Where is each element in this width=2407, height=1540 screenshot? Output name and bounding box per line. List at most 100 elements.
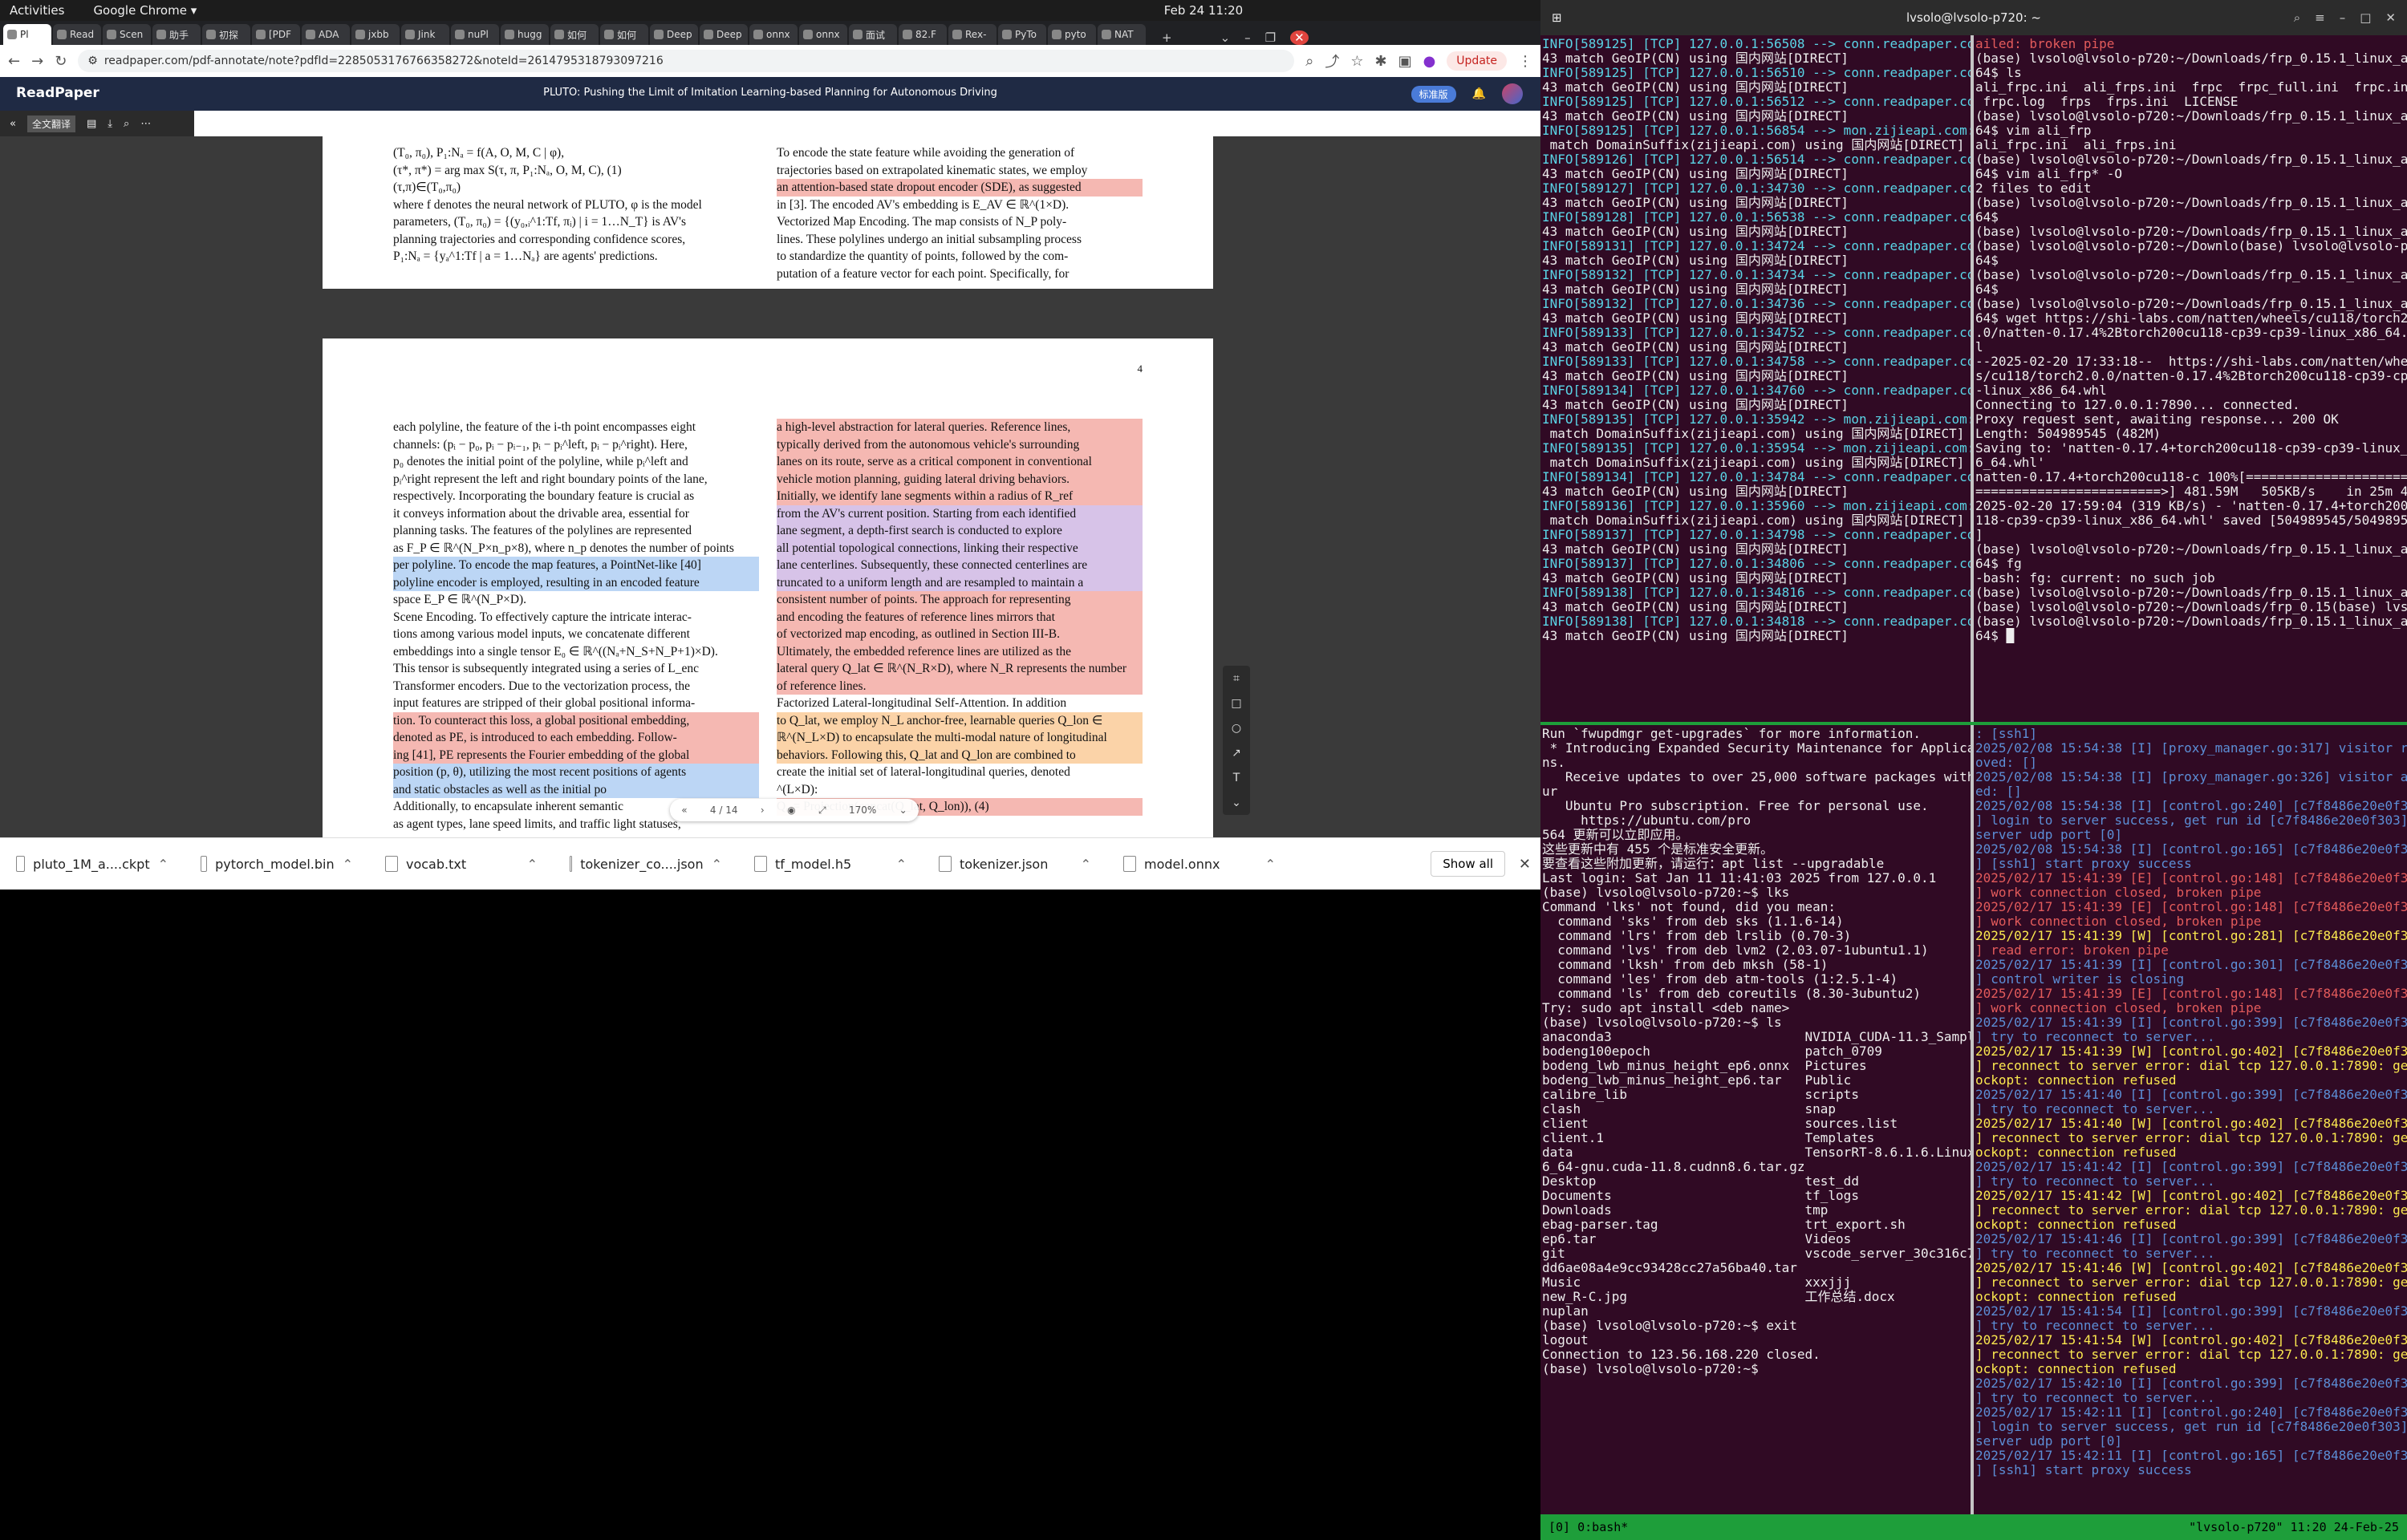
terminal-close-icon[interactable]: ✕: [2385, 10, 2396, 25]
clock[interactable]: Feb 24 11:20: [1164, 3, 1243, 18]
text-line: trajectories based on extrapolated kinem…: [777, 163, 1088, 177]
tab-search-icon[interactable]: ⌄: [1220, 30, 1231, 45]
text-line: Vectorized Map Encoding. The map consist…: [777, 215, 1067, 229]
text-tool-icon[interactable]: T: [1233, 772, 1240, 784]
extensions-icon[interactable]: ✱: [1374, 53, 1386, 70]
close-window-icon[interactable]: ✕: [1290, 30, 1309, 45]
share-icon[interactable]: ⤴: [1325, 51, 1339, 71]
plan-badge[interactable]: 标准版: [1411, 85, 1456, 103]
terminal-line: command 'lrs' from deb lrslib (0.70-3): [1542, 928, 1852, 943]
tmux-pane-home-shell[interactable]: Run `fwupdmgr get-upgrades` for more inf…: [1540, 725, 1971, 1514]
download-options-icon[interactable]: ⌃: [343, 857, 353, 872]
browser-tab[interactable]: Scen: [103, 24, 151, 45]
tmux-window-list[interactable]: [0] 0:bash*: [1549, 1520, 1628, 1534]
app-menu[interactable]: Google Chrome ▾: [93, 3, 197, 18]
terminal-search-icon[interactable]: ⌕: [2294, 10, 2300, 25]
arrow-icon[interactable]: ↗: [1232, 747, 1241, 760]
forward-icon[interactable]: →: [31, 53, 43, 70]
download-item[interactable]: tokenizer_co....json ⌃: [554, 856, 738, 872]
save-icon[interactable]: ▤: [87, 118, 96, 130]
prev-page-icon[interactable]: «: [681, 804, 687, 816]
browser-tab[interactable]: Jink: [401, 24, 449, 45]
download-icon[interactable]: ⤓: [108, 118, 112, 130]
download-options-icon[interactable]: ⌃: [896, 857, 907, 872]
browser-tab[interactable]: Read: [53, 24, 101, 45]
next-page-icon[interactable]: ›: [761, 804, 765, 816]
browser-tab[interactable]: 初探: [202, 24, 250, 45]
browser-tab[interactable]: ADA: [302, 24, 350, 45]
browser-tab[interactable]: 82.F: [899, 24, 947, 45]
rectangle-icon[interactable]: □: [1231, 697, 1241, 710]
search-icon[interactable]: ⌕: [124, 118, 129, 130]
eye-icon[interactable]: ◉: [787, 804, 795, 816]
download-item[interactable]: vocab.txt ⌃: [369, 856, 554, 872]
address-bar[interactable]: ⚙ readpaper.com/pdf-annotate/note?pdfId=…: [78, 50, 1295, 72]
crop-icon[interactable]: ⌗: [1233, 672, 1240, 685]
browser-tab[interactable]: jxbb: [351, 24, 400, 45]
readpaper-logo[interactable]: ReadPaper: [16, 85, 99, 101]
pdf-viewer[interactable]: (T₀, π₀), P₁:Nₐ = f(A, O, M, C | φ), (τ*,…: [0, 136, 1540, 837]
browser-tab[interactable]: onnx: [799, 24, 847, 45]
site-info-icon[interactable]: ⚙: [87, 55, 98, 67]
restore-icon[interactable]: ❐: [1265, 30, 1276, 45]
reload-icon[interactable]: ↻: [55, 53, 67, 70]
download-options-icon[interactable]: ⌃: [158, 857, 168, 872]
update-button[interactable]: Update: [1447, 51, 1507, 71]
back-icon[interactable]: ←: [8, 53, 20, 70]
browser-tab[interactable]: Deep: [700, 24, 748, 45]
download-options-icon[interactable]: ⌃: [527, 857, 538, 872]
expand-icon[interactable]: ⌄: [1232, 796, 1241, 809]
browser-tab[interactable]: NAT: [1098, 24, 1146, 45]
page-indicator[interactable]: 4 / 14: [710, 804, 738, 816]
notification-bell-icon[interactable]: 🔔: [1472, 87, 1486, 100]
terminal-menu-icon[interactable]: ≡: [2315, 10, 2325, 25]
user-avatar[interactable]: [1502, 83, 1523, 104]
text-line: lane segment, a depth-first search is co…: [777, 522, 1143, 540]
tmux-pane-clash-log[interactable]: INFO[589125] [TCP] 127.0.0.1:56508 --> c…: [1540, 35, 1971, 722]
zoom-level[interactable]: 170%: [849, 804, 876, 816]
terminal-minimize-icon[interactable]: –: [2340, 10, 2346, 25]
browser-tab[interactable]: Deep: [650, 24, 698, 45]
zoom-icon[interactable]: ⌕: [1305, 53, 1313, 70]
download-item[interactable]: pytorch_model.bin ⌃: [185, 856, 369, 872]
side-panel-icon[interactable]: ▣: [1398, 53, 1412, 70]
close-downloads-icon[interactable]: ✕: [1519, 856, 1531, 873]
terminal-line: ep6.tar Videos: [1542, 1231, 1852, 1246]
terminal-maximize-icon[interactable]: □: [2360, 10, 2371, 25]
download-item[interactable]: model.onnx ⌃: [1107, 856, 1292, 872]
download-options-icon[interactable]: ⌃: [712, 857, 722, 872]
download-options-icon[interactable]: ⌃: [1081, 857, 1091, 872]
browser-tab[interactable]: 如何: [600, 24, 648, 45]
minimize-icon[interactable]: –: [1244, 30, 1251, 45]
activities-button[interactable]: Activities: [10, 3, 64, 18]
browser-tab[interactable]: hugg: [501, 24, 549, 45]
collapse-icon[interactable]: «: [10, 118, 16, 130]
browser-tab[interactable]: 如何: [550, 24, 599, 45]
download-item[interactable]: tf_model.h5 ⌃: [738, 856, 923, 872]
chrome-menu-icon[interactable]: ⋮: [1518, 53, 1532, 70]
circle-icon[interactable]: ○: [1232, 722, 1241, 735]
browser-tab[interactable]: onnx: [749, 24, 798, 45]
terminal-new-tab-icon[interactable]: ⊞: [1552, 10, 1562, 25]
browser-tab[interactable]: nuPl: [451, 24, 499, 45]
fit-icon[interactable]: ⤢: [818, 804, 826, 817]
browser-tab[interactable]: PyTo: [998, 24, 1046, 45]
download-item[interactable]: pluto_1M_a....ckpt ⌃: [0, 856, 185, 872]
download-options-icon[interactable]: ⌃: [1265, 857, 1276, 872]
new-tab-button[interactable]: +: [1162, 30, 1172, 45]
zoom-dropdown-icon[interactable]: ⌄: [899, 804, 907, 816]
bookmark-star-icon[interactable]: ☆: [1350, 53, 1363, 70]
show-all-button[interactable]: Show all: [1431, 851, 1505, 877]
browser-tab[interactable]: Rex-: [948, 24, 996, 45]
browser-tab[interactable]: [PDF: [252, 24, 300, 45]
browser-tab[interactable]: pyto: [1048, 24, 1096, 45]
tmux-pane-frp-shell[interactable]: ailed: broken pipe (base) lvsolo@lvsolo-p…: [1974, 35, 2407, 722]
download-item[interactable]: tokenizer.json ⌃: [923, 856, 1107, 872]
browser-tab[interactable]: 助手: [152, 24, 201, 45]
browser-tab[interactable]: 面试: [849, 24, 897, 45]
browser-tab[interactable]: Pl: [3, 24, 51, 45]
tmux-pane-frpc-log[interactable]: : [ssh1] 2025/02/08 15:54:38 [I] [proxy_m…: [1974, 725, 2407, 1514]
profile-avatar[interactable]: ●: [1423, 53, 1436, 70]
full-translate-button[interactable]: 全文翻译: [26, 115, 75, 132]
more-icon[interactable]: ⋯: [140, 118, 151, 130]
